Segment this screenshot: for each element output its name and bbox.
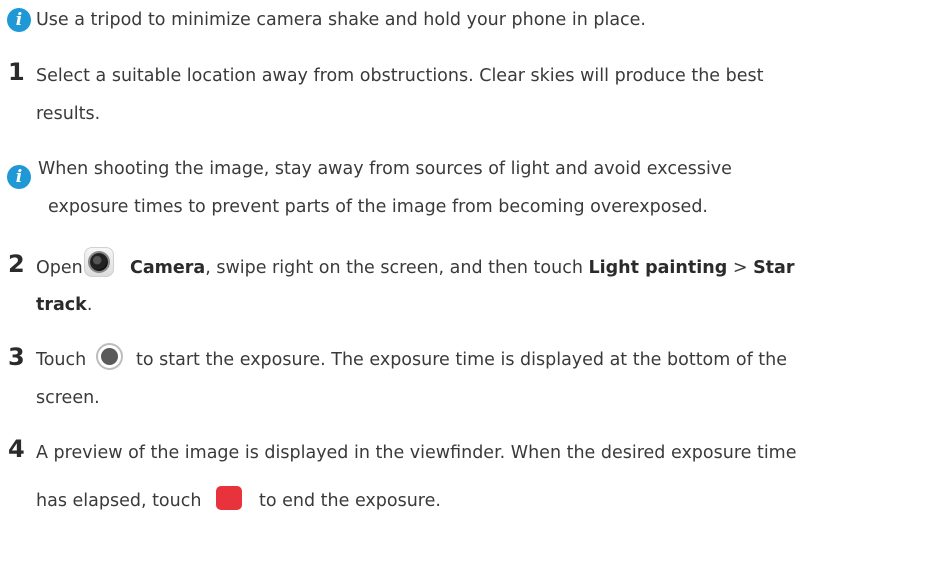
step-number: 2 (8, 250, 25, 278)
step-text-open: Open (36, 258, 83, 278)
step-number: 4 (8, 435, 25, 463)
step-text: Camera, swipe right on the screen, and t… (130, 258, 948, 278)
shutter-button-icon (96, 343, 123, 370)
step-text: track. (36, 295, 948, 315)
step-number: 3 (8, 343, 25, 371)
note-text: exposure times to prevent parts of the i… (48, 197, 708, 217)
step-number: 1 (8, 58, 25, 86)
step-text: Select a suitable location away from obs… (36, 66, 764, 86)
step-text: to start the exposure. The exposure time… (136, 350, 788, 370)
stop-button-icon (216, 486, 242, 510)
step-text: to end the exposure. (259, 491, 441, 511)
note-text: Use a tripod to minimize camera shake an… (36, 10, 646, 30)
step-text-mid: , swipe right on the screen, and then to… (205, 258, 583, 278)
light-painting-label: Light painting (588, 258, 728, 278)
step-text: A preview of the image is displayed in t… (36, 443, 797, 463)
step-text: screen. (36, 388, 100, 408)
camera-lens (90, 253, 108, 271)
step-text: results. (36, 104, 101, 124)
camera-label: Camera (130, 258, 206, 278)
period: . (86, 295, 93, 315)
note-text: When shooting the image, stay away from … (38, 159, 732, 179)
separator: > (732, 258, 748, 278)
track-label: track (36, 295, 87, 315)
info-icon: i (7, 8, 31, 32)
camera-app-icon (84, 247, 114, 277)
info-icon: i (7, 165, 31, 189)
star-label: Star (753, 258, 795, 278)
